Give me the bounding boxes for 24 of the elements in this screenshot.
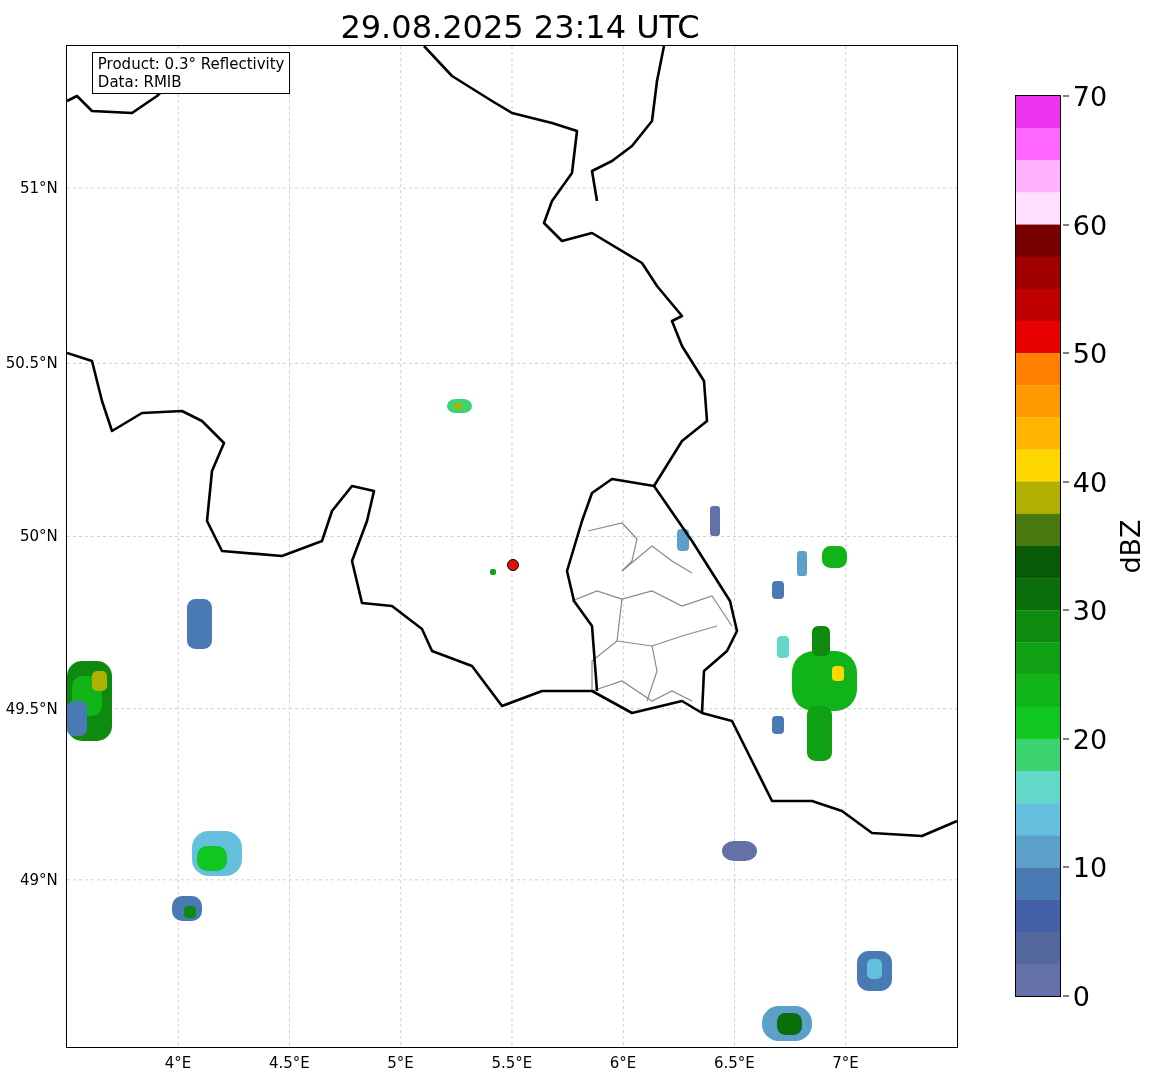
- longitude-label: 6°E: [609, 1054, 637, 1072]
- colorbar-label: dBZ: [1114, 518, 1146, 574]
- longitude-label: 4°E: [164, 1054, 192, 1072]
- colorbar-tick-label: 0: [1062, 980, 1090, 1012]
- longitude-label: 5°E: [387, 1054, 414, 1072]
- colorbar-tick-label: 10: [1062, 851, 1108, 883]
- info-text: Product: 0.3° Reflectivity: [97, 55, 285, 73]
- latitude-label: 49.5°N: [5, 699, 58, 718]
- info-text: Data: RMIB: [97, 73, 183, 91]
- chart-title: 29.08.2025 23:14 UTC: [339, 7, 701, 45]
- colorbar-tick-label: 60: [1062, 209, 1108, 241]
- colorbar-tick-label: 40: [1062, 466, 1108, 498]
- colorbar-tick-label: 70: [1062, 80, 1108, 112]
- latitude-label: 51°N: [20, 179, 58, 198]
- longitude-label: 4.5°E: [268, 1054, 310, 1072]
- colorbar-tick-label: 50: [1062, 337, 1108, 369]
- latitude-label: 50.5°N: [5, 354, 58, 373]
- latitude-label: 50°N: [20, 527, 58, 546]
- latitude-label: 49°N: [20, 870, 58, 889]
- colorbar-tick-label: 30: [1062, 594, 1108, 626]
- colorbar-tick-label: 20: [1062, 723, 1108, 755]
- longitude-label: 5.5°E: [491, 1054, 533, 1072]
- longitude-label: 6.5°E: [713, 1054, 755, 1072]
- longitude-label: 7°E: [832, 1054, 859, 1072]
